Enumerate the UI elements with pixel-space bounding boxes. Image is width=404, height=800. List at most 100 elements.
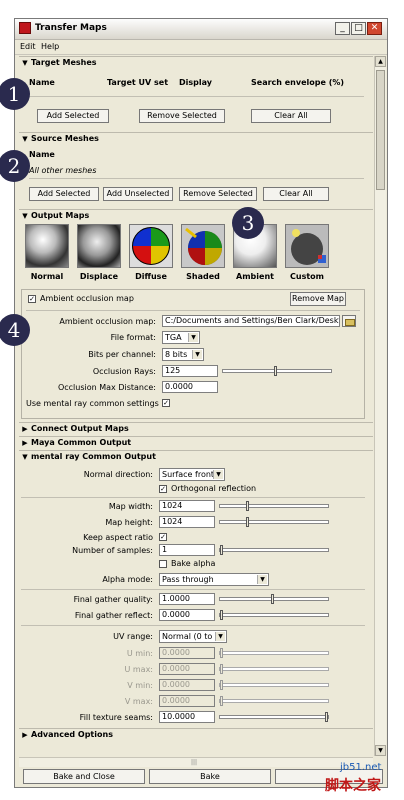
section-advanced-options[interactable]: ▶ Advanced Options bbox=[19, 728, 373, 741]
bits-per-channel-dropdown[interactable]: 8 bits ▼ bbox=[162, 348, 204, 361]
final-gather-reflect-slider[interactable] bbox=[219, 610, 329, 620]
scroll-up-icon[interactable]: ▲ bbox=[375, 56, 386, 67]
source-add-unselected-button[interactable]: Add Unselected bbox=[103, 187, 173, 201]
slider-knob[interactable] bbox=[220, 680, 223, 690]
slider-knob[interactable] bbox=[246, 501, 249, 511]
section-maya-common-output[interactable]: ▶ Maya Common Output bbox=[19, 436, 373, 449]
thumb-label-custom: Custom bbox=[290, 272, 324, 281]
v-max-slider[interactable] bbox=[219, 696, 329, 706]
bake-alpha-checkbox[interactable] bbox=[159, 560, 167, 568]
normal-map-icon[interactable] bbox=[25, 224, 69, 268]
scroll-grip-icon[interactable]: ||| bbox=[191, 759, 197, 766]
section-title: Output Maps bbox=[31, 211, 90, 220]
map-width-field[interactable]: 1024 bbox=[159, 500, 215, 512]
bake-button[interactable]: Bake bbox=[149, 769, 271, 784]
source-mesh-row[interactable]: All other meshes bbox=[29, 166, 96, 175]
alpha-mode-dropdown[interactable]: Pass through ▼ bbox=[159, 573, 269, 586]
orthogonal-reflection-checkbox[interactable]: ✓ bbox=[159, 485, 167, 493]
target-clear-all-button[interactable]: Clear All bbox=[251, 109, 331, 123]
annotation-marker-3: 3 bbox=[232, 207, 264, 239]
slider-knob[interactable] bbox=[271, 594, 274, 604]
fill-texture-seams-slider[interactable] bbox=[219, 712, 329, 722]
uv-range-dropdown[interactable]: Normal (0 to 1) ▼ bbox=[159, 630, 227, 643]
custom-map-icon[interactable] bbox=[285, 224, 329, 268]
occlusion-rays-field[interactable]: 125 bbox=[162, 365, 218, 377]
title-bar: Transfer Maps _ □ ✕ bbox=[15, 19, 387, 40]
occlusion-rays-slider[interactable] bbox=[222, 366, 332, 376]
menu-help[interactable]: Help bbox=[41, 42, 59, 51]
slider-knob[interactable] bbox=[325, 712, 328, 722]
section-target-meshes[interactable]: ▼ Target Meshes bbox=[19, 56, 373, 69]
target-add-selected-button[interactable]: Add Selected bbox=[37, 109, 109, 123]
final-gather-quality-field[interactable]: 1.0000 bbox=[159, 593, 215, 605]
v-min-field[interactable]: 0.0000 bbox=[159, 679, 215, 691]
source-clear-all-button[interactable]: Clear All bbox=[263, 187, 329, 201]
menu-bar: Edit Help bbox=[15, 40, 387, 55]
section-output-maps[interactable]: ▼ Output Maps bbox=[19, 209, 373, 222]
expand-triangle-icon: ▶ bbox=[22, 425, 28, 433]
keep-aspect-ratio-checkbox[interactable]: ✓ bbox=[159, 533, 167, 541]
vertical-scrollbar[interactable]: ▲ ▼ bbox=[374, 56, 386, 756]
v-min-slider[interactable] bbox=[219, 680, 329, 690]
chevron-down-icon: ▼ bbox=[188, 333, 198, 342]
slider-knob[interactable] bbox=[274, 366, 277, 376]
remove-map-button[interactable]: Remove Map bbox=[290, 292, 346, 306]
u-min-slider[interactable] bbox=[219, 648, 329, 658]
use-mr-common-checkbox[interactable]: ✓ bbox=[162, 399, 170, 407]
expand-triangle-icon: ▶ bbox=[22, 731, 28, 739]
slider-knob[interactable] bbox=[220, 696, 223, 706]
map-width-slider[interactable] bbox=[219, 501, 329, 511]
occlusion-rays-label: Occlusion Rays: bbox=[92, 367, 156, 376]
final-gather-quality-slider[interactable] bbox=[219, 594, 329, 604]
maximize-button[interactable]: □ bbox=[351, 22, 366, 35]
normal-direction-value: Surface front bbox=[162, 470, 215, 479]
normal-direction-dropdown[interactable]: Surface front ▼ bbox=[159, 468, 225, 481]
close-button[interactable]: ✕ bbox=[367, 22, 382, 35]
alpha-mode-label: Alpha mode: bbox=[102, 575, 153, 584]
minimize-button[interactable]: _ bbox=[335, 22, 350, 35]
displace-map-icon[interactable] bbox=[77, 224, 121, 268]
file-format-dropdown[interactable]: TGA ▼ bbox=[162, 331, 200, 344]
section-connect-output-maps[interactable]: ▶ Connect Output Maps bbox=[19, 422, 373, 435]
slider-knob[interactable] bbox=[246, 517, 249, 527]
v-min-label: V min: bbox=[127, 681, 153, 690]
bake-and-close-button[interactable]: Bake and Close bbox=[23, 769, 145, 784]
section-source-meshes[interactable]: ▼ Source Meshes bbox=[19, 132, 373, 145]
scroll-down-icon[interactable]: ▼ bbox=[375, 745, 386, 756]
content-area: ▼ Target Meshes Name Target UV set Displa… bbox=[19, 56, 373, 756]
number-of-samples-field[interactable]: 1 bbox=[159, 544, 215, 556]
section-title: mental ray Common Output bbox=[31, 452, 156, 461]
fill-texture-seams-field[interactable]: 10.0000 bbox=[159, 711, 215, 723]
slider-knob[interactable] bbox=[220, 545, 223, 555]
section-mental-ray-common-output[interactable]: ▼ mental ray Common Output bbox=[19, 450, 373, 463]
v-max-field[interactable]: 0.0000 bbox=[159, 695, 215, 707]
number-of-samples-slider[interactable] bbox=[219, 545, 329, 555]
slider-knob[interactable] bbox=[220, 610, 223, 620]
thumb-label-diffuse: Diffuse bbox=[135, 272, 167, 281]
menu-edit[interactable]: Edit bbox=[20, 42, 36, 51]
bake-alpha-label: Bake alpha bbox=[171, 559, 216, 568]
slider-knob[interactable] bbox=[220, 648, 223, 658]
target-remove-selected-button[interactable]: Remove Selected bbox=[139, 109, 225, 123]
u-min-field[interactable]: 0.0000 bbox=[159, 647, 215, 659]
normal-direction-label: Normal direction: bbox=[83, 470, 153, 479]
final-gather-reflect-field[interactable]: 0.0000 bbox=[159, 609, 215, 621]
ao-map-path-field[interactable]: C:/Documents and Settings/Ben Clark/Desk… bbox=[162, 315, 340, 327]
slider-knob[interactable] bbox=[220, 664, 223, 674]
u-max-field[interactable]: 0.0000 bbox=[159, 663, 215, 675]
map-height-slider[interactable] bbox=[219, 517, 329, 527]
source-remove-selected-button[interactable]: Remove Selected bbox=[179, 187, 257, 201]
u-max-label: U max: bbox=[124, 665, 153, 674]
watermark-site: jb51.net bbox=[340, 762, 382, 773]
folder-browse-icon[interactable] bbox=[342, 315, 356, 327]
u-max-slider[interactable] bbox=[219, 664, 329, 674]
scroll-thumb[interactable] bbox=[376, 70, 385, 190]
map-height-field[interactable]: 1024 bbox=[159, 516, 215, 528]
source-add-selected-button[interactable]: Add Selected bbox=[29, 187, 99, 201]
shaded-map-icon[interactable] bbox=[181, 224, 225, 268]
diffuse-map-icon[interactable] bbox=[129, 224, 173, 268]
divider bbox=[29, 178, 364, 179]
ao-map-checkbox[interactable]: ✓ bbox=[28, 295, 36, 303]
occlusion-max-distance-field[interactable]: 0.0000 bbox=[162, 381, 218, 393]
section-title: Target Meshes bbox=[31, 58, 97, 67]
